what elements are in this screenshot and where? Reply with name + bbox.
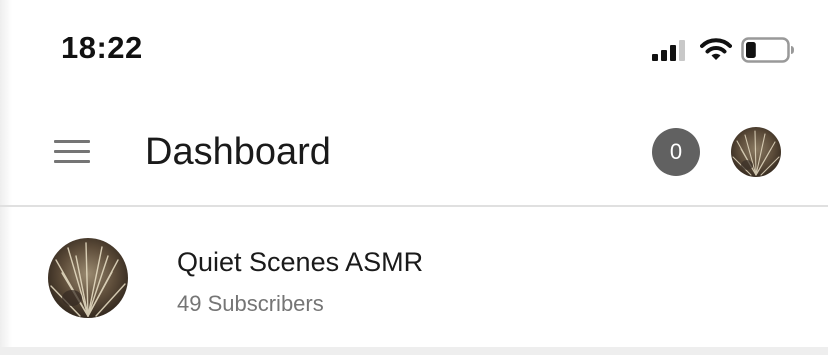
app-bar: Dashboard 0 — [0, 96, 828, 207]
channel-subscriber-count: 49 Subscribers — [177, 291, 324, 316]
status-bar: 18:22 — [0, 0, 828, 96]
wifi-icon — [700, 38, 732, 60]
user-avatar[interactable] — [731, 127, 781, 177]
channel-list-item[interactable]: Quiet Scenes ASMR 49 Subscribers — [0, 207, 828, 347]
page-title: Dashboard — [145, 131, 331, 173]
dashboard-screen: 18:22 Dashboard 0 Quiet Scenes ASMR 49 S… — [0, 0, 828, 355]
section-divider — [0, 347, 828, 355]
avatar-image — [731, 127, 781, 177]
signal-icon — [652, 40, 685, 61]
notification-count-badge[interactable]: 0 — [652, 128, 700, 176]
hamburger-menu-icon[interactable] — [50, 134, 94, 168]
status-time: 18:22 — [61, 30, 143, 65]
menu-line — [54, 140, 90, 143]
channel-avatar-image — [48, 238, 128, 318]
menu-line — [54, 150, 90, 153]
channel-name: Quiet Scenes ASMR — [177, 247, 424, 277]
battery-icon — [741, 37, 794, 63]
channel-avatar — [48, 238, 128, 318]
menu-line — [54, 160, 90, 163]
